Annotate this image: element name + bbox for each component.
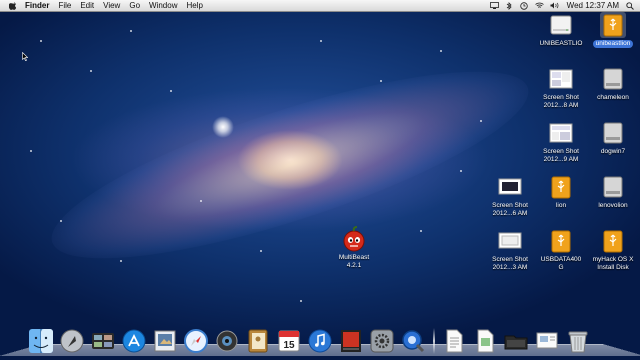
desktop-icon-label: dogwin7: [600, 148, 626, 155]
photo-app-icon[interactable]: [338, 328, 364, 354]
itunes-icon[interactable]: [307, 328, 333, 354]
document-icon[interactable]: [534, 328, 560, 354]
desktop-icon-label: unibeastlion: [592, 40, 634, 48]
drive-icon: [600, 174, 626, 200]
desktop-icon-multibeast[interactable]: MultiBeast 4.2.1: [326, 226, 382, 269]
desktop-icon-label: MultiBeast 4.2.1: [338, 254, 370, 269]
safari-icon[interactable]: [183, 328, 209, 354]
ical-icon[interactable]: 15: [276, 328, 302, 354]
spotlight-icon[interactable]: [625, 1, 634, 10]
app-store-icon[interactable]: [121, 328, 147, 354]
menu-file[interactable]: File: [58, 0, 71, 11]
display-icon[interactable]: [489, 2, 499, 10]
menu-extras: Wed 12:37 AM: [489, 0, 634, 11]
screenshot-icon: [497, 174, 523, 200]
bright-star: [212, 116, 234, 138]
desktop-icon-screenshot-4[interactable]: Screen Shot 2012...3 AM: [482, 228, 538, 271]
bluetooth-icon[interactable]: [505, 1, 514, 10]
apple-menu-icon[interactable]: [9, 1, 17, 10]
screenshot-icon: [548, 66, 574, 92]
desktop-icon-label: USBDATA400 G: [540, 256, 582, 271]
preview-icon[interactable]: [152, 328, 178, 354]
desktop-icon-label: Screen Shot 2012...3 AM: [492, 256, 528, 271]
multibeast-icon: [341, 226, 367, 252]
menubar-clock[interactable]: Wed 12:37 AM: [567, 1, 619, 10]
drive-icon: [600, 120, 626, 146]
folder-icon[interactable]: [503, 328, 529, 354]
desktop-icon-screenshot-3[interactable]: Screen Shot 2012...6 AM: [482, 174, 538, 217]
desktop-icon-lenovolion[interactable]: lenovolion: [585, 174, 640, 210]
desktop-icon-label: Screen Shot 2012...8 AM: [543, 94, 579, 109]
menu-window[interactable]: Window: [149, 0, 177, 11]
dock-separator: [433, 328, 435, 354]
document-icon[interactable]: [472, 328, 498, 354]
menu-view[interactable]: View: [103, 0, 120, 11]
system-preferences-icon[interactable]: [369, 328, 395, 354]
menu-edit[interactable]: Edit: [80, 0, 94, 11]
wifi-icon[interactable]: [534, 2, 544, 10]
dock: 15: [28, 318, 618, 354]
screenshot-icon: [548, 120, 574, 146]
volume-icon[interactable]: [550, 2, 559, 10]
desktop-icon-unibeastlio[interactable]: UNIBEASTLIO: [533, 12, 589, 48]
desktop-icon-label: UNIBEASTLIO: [539, 40, 583, 47]
desktop-icon-chameleon[interactable]: chameleon: [585, 66, 640, 102]
usb-drive-icon: [600, 228, 626, 254]
trash-icon[interactable]: [565, 328, 591, 354]
drive-icon: [548, 12, 574, 38]
desktop-icon-label: myHack OS X Install Disk: [592, 256, 634, 271]
desktop-icon-label: lion: [555, 202, 567, 209]
quicktime-icon[interactable]: [400, 328, 426, 354]
launchpad-icon[interactable]: [59, 328, 85, 354]
time-machine-icon[interactable]: [520, 1, 529, 10]
desktop-icon-label: Screen Shot 2012...9 AM: [543, 148, 579, 163]
desktop-icon-myhack-install-disk[interactable]: myHack OS X Install Disk: [585, 228, 640, 271]
mission-control-icon[interactable]: [90, 328, 116, 354]
desktop-icon-screenshot-2[interactable]: Screen Shot 2012...9 AM: [533, 120, 589, 163]
galaxy-image: [35, 35, 545, 295]
ical-day: 15: [283, 340, 295, 351]
menu-finder[interactable]: Finder: [25, 0, 49, 11]
screenshot-icon: [497, 228, 523, 254]
menu-help[interactable]: Help: [186, 0, 202, 11]
usb-drive-icon: [548, 228, 574, 254]
desktop-icon-label: Screen Shot 2012...6 AM: [492, 202, 528, 217]
usb-drive-icon: [600, 12, 626, 38]
address-book-icon[interactable]: [245, 328, 271, 354]
usb-drive-icon: [548, 174, 574, 200]
desktop-icon-usbdata400g[interactable]: USBDATA400 G: [533, 228, 589, 271]
finder-icon[interactable]: [28, 328, 54, 354]
desktop-icon-label: lenovolion: [598, 202, 628, 209]
drive-icon: [600, 66, 626, 92]
desktop-icon-lion[interactable]: lion: [533, 174, 589, 210]
desktop-icon-label: chameleon: [597, 94, 629, 101]
mouse-cursor-icon: [22, 48, 29, 66]
desktop-icon-dogwin7[interactable]: dogwin7: [585, 120, 640, 156]
desktop-icon-screenshot-1[interactable]: Screen Shot 2012...8 AM: [533, 66, 589, 109]
photo-booth-icon[interactable]: [214, 328, 240, 354]
desktop-icon-unibeastlion[interactable]: unibeastlion: [585, 12, 640, 48]
menu-go[interactable]: Go: [129, 0, 140, 11]
menu-bar: Finder File Edit View Go Window Help Wed…: [0, 0, 640, 12]
document-icon[interactable]: [441, 328, 467, 354]
